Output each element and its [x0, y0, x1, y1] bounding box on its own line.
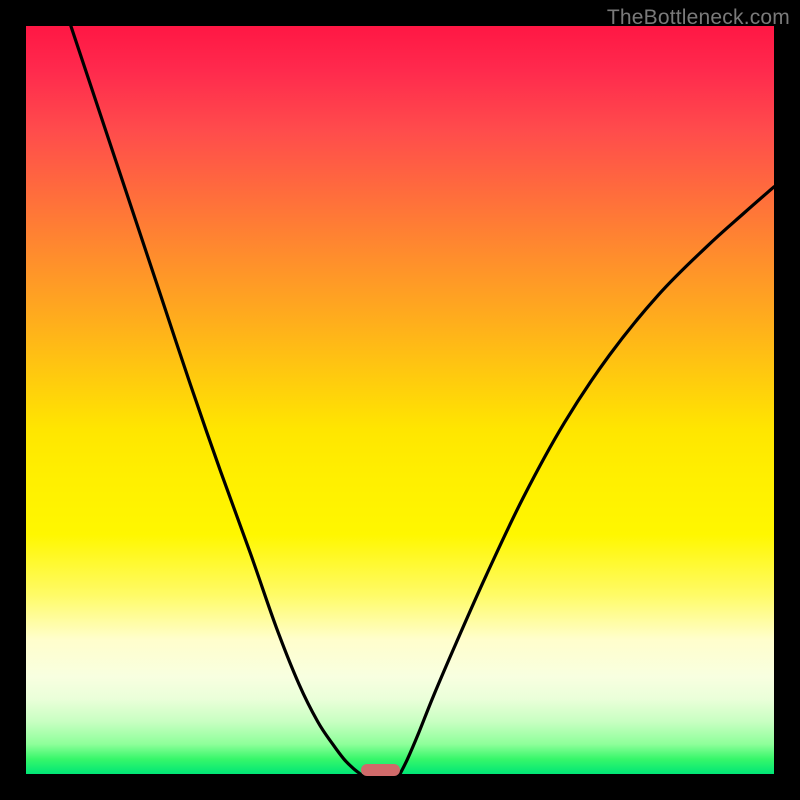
optimum-marker [361, 764, 401, 776]
curve-right-branch [400, 187, 774, 774]
chart-plot-area [26, 26, 774, 774]
curve-left-branch [71, 26, 360, 774]
chart-curves-svg [26, 26, 774, 774]
